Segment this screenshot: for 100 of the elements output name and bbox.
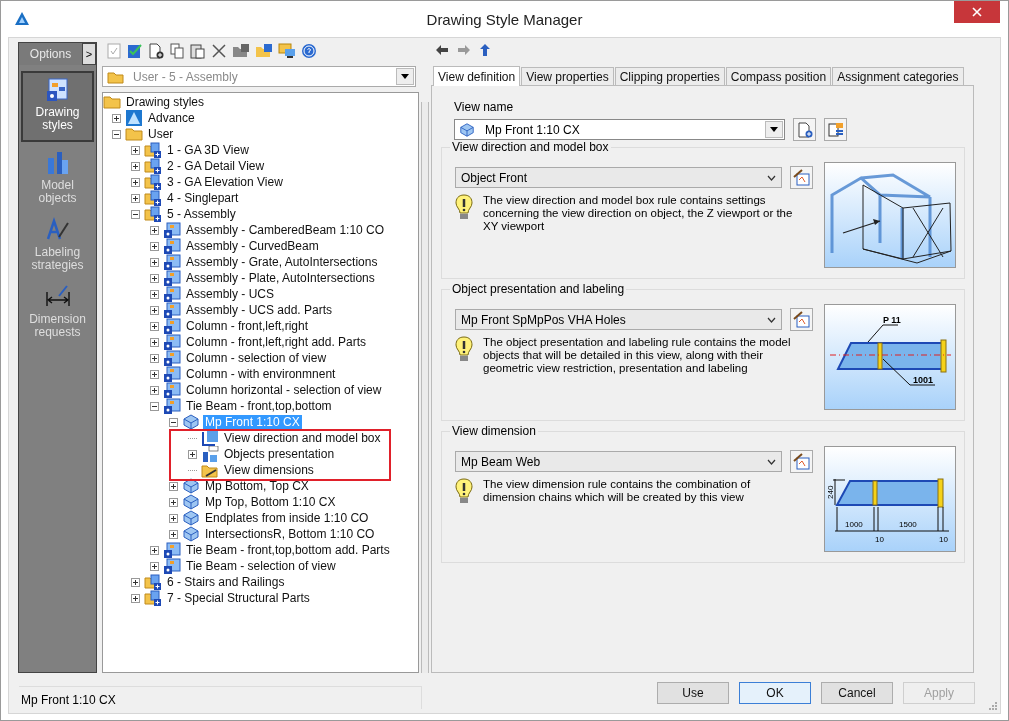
tree-item[interactable]: IntersectionsR, Bottom 1:10 CO xyxy=(203,526,377,542)
back-arrow-icon[interactable] xyxy=(435,44,449,56)
tree-item[interactable]: Tie Beam - front,top,bottom add. Parts xyxy=(184,542,392,558)
folder-icon xyxy=(103,94,121,110)
tree-item[interactable]: User xyxy=(146,126,176,142)
tree-item[interactable]: 2 - GA Detail View xyxy=(165,158,267,174)
rule-dropdown[interactable]: Mp Front SpMpPos VHA Holes xyxy=(455,309,782,330)
tree-item[interactable]: Tie Beam - front,top,bottom xyxy=(184,398,334,414)
sidebar-item[interactable]: Drawing styles xyxy=(21,71,94,142)
tree-item[interactable]: Column horizontal - selection of view xyxy=(184,382,384,398)
paste-icon[interactable] xyxy=(190,43,206,59)
expand-toggle[interactable] xyxy=(131,177,140,187)
new-document-icon[interactable] xyxy=(148,43,164,59)
dialog-button[interactable]: Use xyxy=(657,682,729,704)
expand-toggle[interactable] xyxy=(112,129,121,139)
rule-dropdown[interactable]: Object Front xyxy=(455,167,782,188)
tree-item[interactable]: Mp Top, Bottom 1:10 CX xyxy=(203,494,338,510)
tab[interactable]: Clipping properties xyxy=(614,67,725,85)
tree-item[interactable]: Assembly - UCS xyxy=(184,286,276,302)
view-name-dropdown[interactable]: Mp Front 1:10 CX xyxy=(454,119,785,140)
expand-toggle[interactable] xyxy=(131,145,140,155)
expand-toggle[interactable] xyxy=(169,497,178,507)
tree-item[interactable]: 4 - Singlepart xyxy=(165,190,241,206)
tree-item[interactable]: Assembly - CurvedBeam xyxy=(184,238,321,254)
tab[interactable]: Compass position xyxy=(725,67,832,85)
tree-item[interactable]: Advance xyxy=(146,110,197,126)
monitor-icon[interactable] xyxy=(278,43,296,59)
expand-toggle[interactable] xyxy=(169,513,178,523)
expand-toggle[interactable] xyxy=(150,337,159,347)
tree-item[interactable]: Endplates from inside 1:10 CO xyxy=(203,510,371,526)
expand-toggle[interactable] xyxy=(150,369,159,379)
tree-item[interactable]: 3 - GA Elevation View xyxy=(165,174,285,190)
copy-icon[interactable] xyxy=(169,43,185,59)
tree-item[interactable]: Column - selection of view xyxy=(184,350,329,366)
check-icon[interactable] xyxy=(106,43,122,59)
tree-item[interactable]: Assembly - Plate, AutoIntersections xyxy=(184,270,377,286)
expand-toggle[interactable] xyxy=(131,193,140,203)
expand-toggle[interactable] xyxy=(150,305,159,315)
close-button[interactable] xyxy=(954,1,1000,23)
expand-toggle[interactable] xyxy=(131,577,140,587)
dropdown-arrow-icon xyxy=(770,127,778,132)
tree-item[interactable]: View direction and model box xyxy=(222,430,383,446)
style-icon xyxy=(163,222,181,238)
tree-item[interactable]: 6 - Stairs and Railings xyxy=(165,574,287,590)
dimension-label: 1500 xyxy=(899,520,917,529)
delete-icon[interactable] xyxy=(211,43,227,59)
properties-button[interactable] xyxy=(824,118,847,141)
expand-toggle[interactable] xyxy=(150,385,159,395)
tree-item[interactable]: Assembly - Grate, AutoIntersections xyxy=(184,254,380,270)
expand-toggle[interactable] xyxy=(169,417,178,427)
tree-item[interactable]: Column - front,left,right add. Parts xyxy=(184,334,369,350)
expand-toggle[interactable] xyxy=(150,353,159,363)
tree-item[interactable]: 7 - Special Structural Parts xyxy=(165,590,312,606)
expand-toggle[interactable] xyxy=(150,225,159,235)
expand-toggle[interactable] xyxy=(150,321,159,331)
expand-toggle[interactable] xyxy=(169,529,178,539)
tree-item[interactable]: Objects presentation xyxy=(222,446,337,462)
tree-item[interactable]: Assembly - UCS add. Parts xyxy=(184,302,335,318)
tree-item[interactable]: Assembly - CamberedBeam 1:10 CO xyxy=(184,222,387,238)
folder-icon[interactable] xyxy=(255,43,273,59)
tree-item[interactable]: 1 - GA 3D View xyxy=(165,142,251,158)
tab[interactable]: View definition xyxy=(433,66,521,86)
folder-icon[interactable] xyxy=(232,43,250,59)
dialog-button[interactable]: OK xyxy=(739,682,811,704)
tree-item[interactable]: Column - with environmnent xyxy=(184,366,338,382)
rule-dropdown[interactable]: Mp Beam Web xyxy=(455,451,782,472)
tab[interactable]: Assignment categories xyxy=(832,67,964,85)
up-arrow-icon[interactable] xyxy=(479,43,491,57)
expand-button[interactable]: > xyxy=(82,43,96,65)
tab[interactable]: View properties xyxy=(521,67,614,85)
expand-toggle[interactable] xyxy=(150,273,159,283)
chevron-down-icon xyxy=(767,316,776,323)
expand-toggle[interactable] xyxy=(150,289,159,299)
cube-icon xyxy=(182,510,200,526)
expand-toggle[interactable] xyxy=(150,257,159,267)
expand-toggle[interactable] xyxy=(131,209,140,219)
style-folder-icon xyxy=(144,590,162,606)
expand-toggle[interactable] xyxy=(112,113,121,123)
tree-item[interactable]: 5 - Assembly xyxy=(165,206,238,222)
expand-toggle[interactable] xyxy=(150,545,159,555)
tree-item[interactable]: Column - front,left,right xyxy=(184,318,311,334)
help-icon[interactable] xyxy=(301,43,317,59)
tree-item[interactable]: Drawing styles xyxy=(124,94,207,110)
expand-toggle[interactable] xyxy=(150,241,159,251)
tree-item[interactable]: Tie Beam - selection of view xyxy=(184,558,338,574)
expand-toggle[interactable] xyxy=(131,593,140,603)
cube-icon xyxy=(182,494,200,510)
expand-toggle[interactable] xyxy=(131,161,140,171)
new-view-button[interactable] xyxy=(793,118,816,141)
tree-item[interactable]: View dimensions xyxy=(222,462,316,478)
lightbulb-icon xyxy=(455,336,473,364)
rule-description: The view dimension rule contains the combination of dimension chains which will be created by this view xyxy=(483,478,752,505)
expand-toggle[interactable] xyxy=(150,561,159,571)
expand-toggle[interactable] xyxy=(150,401,159,411)
tree-item[interactable]: Mp Bottom, Top CX xyxy=(203,478,311,494)
checklist-icon[interactable] xyxy=(127,43,143,59)
expand-toggle[interactable] xyxy=(188,449,197,459)
dialog-button[interactable]: Cancel xyxy=(821,682,893,704)
expand-toggle[interactable] xyxy=(169,481,178,491)
style-icon xyxy=(163,334,181,350)
